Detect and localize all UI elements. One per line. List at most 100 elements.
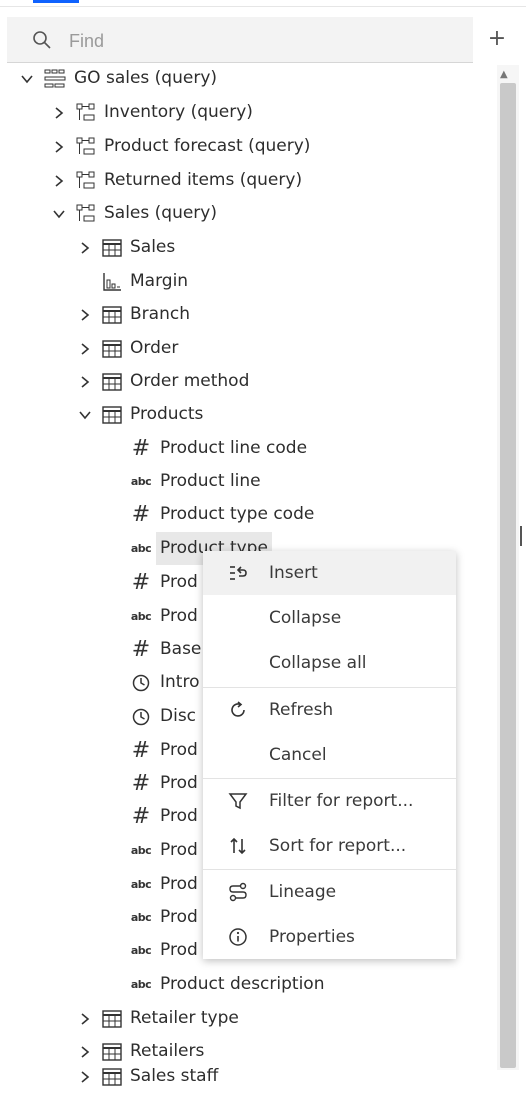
tree-item-label: Order method	[130, 371, 250, 391]
menu-item-sort[interactable]: Sort for report...	[203, 824, 456, 868]
menu-item-label: Properties	[269, 927, 355, 947]
context-menu: Insert Collapse Collapse all Refresh Can…	[203, 551, 456, 959]
tree-item-order-method[interactable]: Order method	[76, 365, 249, 398]
tree-item-label: Sales (query)	[104, 203, 217, 223]
chevron-right-icon[interactable]	[76, 1012, 94, 1026]
search-icon	[33, 31, 51, 49]
tree-item-label: Prod	[160, 740, 198, 760]
tree-item-product-forecast[interactable]: Product forecast (query)	[50, 130, 310, 163]
tree-item-label: Prod	[160, 940, 198, 960]
scroll-thumb[interactable]	[500, 83, 516, 1068]
chevron-right-icon[interactable]	[50, 140, 68, 154]
chevron-down-icon[interactable]	[76, 408, 94, 422]
chevron-right-icon[interactable]	[76, 375, 94, 389]
tree-column-item[interactable]: # Base	[130, 633, 202, 666]
menu-item-collapse[interactable]: Collapse	[203, 596, 456, 640]
menu-item-label: Refresh	[269, 700, 334, 720]
tree-item-label: Disc	[160, 706, 197, 726]
chevron-right-icon[interactable]	[76, 241, 94, 255]
tree-item-inventory[interactable]: Inventory (query)	[50, 96, 253, 129]
tree-column-item[interactable]: abc Prod	[130, 600, 198, 633]
menu-item-label: Filter for report...	[269, 791, 414, 811]
tree-item-label: Sales	[130, 237, 176, 257]
scrollbar[interactable]: ▲	[497, 65, 519, 1070]
chevron-right-icon[interactable]	[50, 106, 68, 120]
tree-column-item[interactable]: # Product type code	[130, 498, 315, 531]
info-icon	[228, 927, 248, 947]
tree-column-item[interactable]: abc Prod	[130, 901, 198, 934]
lineage-icon	[228, 882, 248, 902]
text-icon: abc	[130, 911, 152, 924]
tree-item-label: Product description	[160, 974, 325, 994]
tree-column-item[interactable]: # Prod	[130, 566, 198, 599]
tab-divider	[0, 6, 526, 7]
numeric-icon: #	[131, 570, 151, 595]
menu-item-label: Insert	[269, 563, 318, 583]
chevron-right-icon[interactable]	[76, 1045, 94, 1059]
tree-item-label: Margin	[130, 271, 189, 291]
tree-item-label: Sales staff	[130, 1066, 219, 1086]
measure-icon	[102, 272, 122, 292]
search-input[interactable]	[67, 26, 451, 56]
tree-item-products[interactable]: Products	[76, 398, 203, 431]
tree-item-returned-items[interactable]: Returned items (query)	[50, 164, 302, 197]
tree-item-sales-staff[interactable]: Sales staff	[76, 1060, 218, 1093]
chevron-down-icon[interactable]	[50, 207, 68, 221]
tree-root[interactable]: GO sales (query)	[18, 62, 217, 95]
tree-item-label: Order	[130, 338, 179, 358]
menu-item-filter[interactable]: Filter for report...	[203, 779, 456, 823]
menu-item-collapse-all[interactable]: Collapse all	[203, 641, 456, 685]
chevron-right-icon[interactable]	[76, 342, 94, 356]
query-icon	[76, 171, 96, 191]
tree-column-item[interactable]: # Prod	[130, 800, 198, 833]
table-icon	[102, 1042, 122, 1061]
panel-resize-handle[interactable]	[520, 526, 522, 546]
numeric-icon: #	[131, 738, 151, 763]
table-icon	[102, 238, 122, 257]
menu-item-label: Lineage	[269, 882, 337, 902]
tree-item-label: Product type code	[160, 504, 315, 524]
chevron-right-icon[interactable]	[76, 308, 94, 322]
tree-column-item[interactable]: abc Prod	[130, 834, 198, 867]
add-button[interactable]: +	[484, 26, 510, 52]
tree-column-item[interactable]: # Prod	[130, 734, 198, 767]
tree-item-label: Product forecast (query)	[104, 136, 311, 156]
tree-column-item[interactable]: # Product line code	[130, 432, 307, 465]
insert-icon	[228, 563, 248, 583]
tree-item-label: Prod	[160, 840, 198, 860]
menu-item-refresh[interactable]: Refresh	[203, 688, 456, 732]
tree-item-margin[interactable]: Margin	[102, 265, 188, 298]
tree-column-item[interactable]: abc Prod	[130, 868, 198, 901]
numeric-icon: #	[131, 771, 151, 796]
tree-column-item[interactable]: Intro	[130, 666, 199, 699]
menu-item-cancel[interactable]: Cancel	[203, 733, 456, 777]
tree-column-item[interactable]: abc Product description	[130, 968, 325, 1001]
menu-item-label: Sort for report...	[269, 836, 407, 856]
tree-item-label: Prod	[160, 773, 198, 793]
tree-item-order[interactable]: Order	[76, 332, 178, 365]
tree-item-label: Product line	[160, 471, 261, 491]
chevron-right-icon[interactable]	[50, 174, 68, 188]
tree-item-retailer-type[interactable]: Retailer type	[76, 1002, 239, 1035]
tree-column-item[interactable]: # Prod	[130, 767, 198, 800]
tree-item-branch[interactable]: Branch	[76, 298, 190, 331]
table-icon	[102, 372, 122, 391]
tree-column-item[interactable]: abc Prod	[130, 934, 198, 967]
numeric-icon: #	[131, 637, 151, 662]
table-icon	[102, 339, 122, 358]
menu-item-insert[interactable]: Insert	[203, 551, 456, 595]
numeric-icon: #	[131, 502, 151, 527]
tree-root-label: GO sales (query)	[74, 68, 218, 88]
menu-item-label: Collapse all	[269, 653, 367, 673]
tree-item-sales[interactable]: Sales	[76, 231, 175, 264]
tree-item-sales-query[interactable]: Sales (query)	[50, 197, 217, 230]
chevron-right-icon[interactable]	[76, 1070, 94, 1084]
chevron-down-icon[interactable]	[18, 72, 36, 86]
menu-item-lineage[interactable]: Lineage	[203, 870, 456, 914]
menu-item-properties[interactable]: Properties	[203, 915, 456, 959]
tree-column-item[interactable]: abc Product line	[130, 465, 261, 498]
tree-column-item[interactable]: Disc	[130, 700, 196, 733]
text-icon: abc	[130, 542, 152, 555]
scroll-up-arrow-icon[interactable]: ▲	[500, 69, 508, 80]
table-icon	[102, 1067, 122, 1086]
